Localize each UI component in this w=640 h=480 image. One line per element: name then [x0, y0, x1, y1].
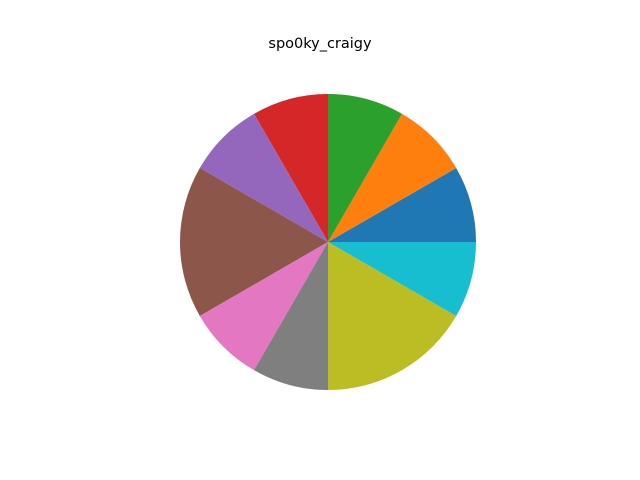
pie-chart: [179, 94, 477, 390]
pie-slices: [179, 94, 477, 390]
